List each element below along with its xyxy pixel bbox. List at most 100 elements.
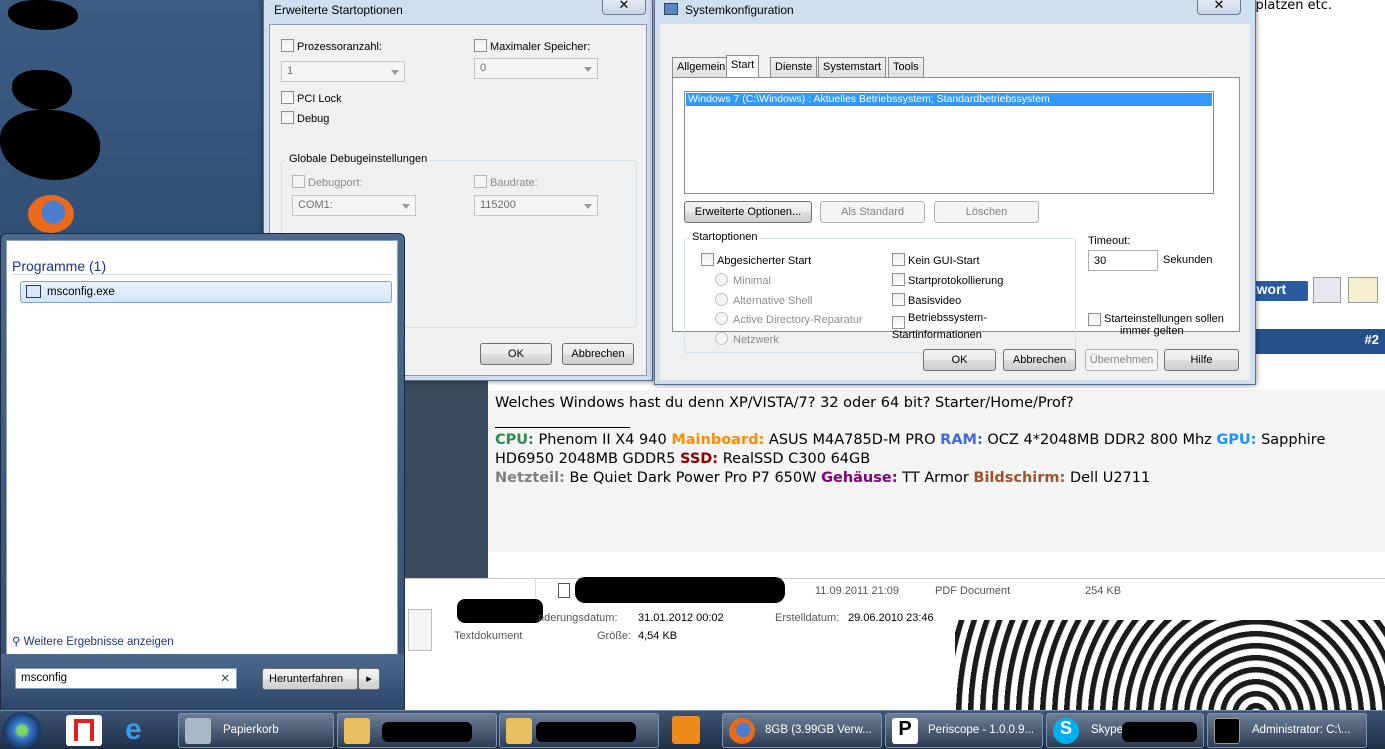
result-label: msconfig.exe — [47, 286, 115, 298]
tab-tools[interactable]: Tools — [888, 57, 924, 77]
timeout-label: Timeout: — [1088, 235, 1131, 247]
acrobat-icon — [74, 719, 94, 741]
taskbar-label: Papierkorb — [223, 724, 279, 736]
timeout-input[interactable]: 30 — [1088, 250, 1158, 271]
taskbar-explorer-2[interactable] — [499, 713, 659, 748]
checkbox-icon[interactable] — [281, 111, 294, 124]
taskbar-recycle-bin[interactable]: Papierkorb — [178, 713, 334, 748]
checkbox-icon[interactable] — [892, 316, 905, 329]
checkbox-icon[interactable] — [892, 253, 905, 266]
checkbox-icon[interactable] — [1088, 313, 1101, 326]
quote-icon[interactable] — [1313, 277, 1341, 303]
edit-icon[interactable] — [1348, 277, 1378, 303]
start-orb-icon[interactable] — [3, 712, 41, 749]
network-option[interactable]: Netzwerk — [715, 332, 779, 346]
radio-icon[interactable] — [715, 293, 728, 306]
ok-button[interactable]: OK — [923, 349, 996, 371]
redaction — [536, 722, 636, 742]
radio-icon[interactable] — [715, 273, 728, 286]
taskbar-periscope[interactable]: P Periscope - 1.0.0.9... — [885, 713, 1043, 748]
checkbox-icon[interactable] — [281, 91, 294, 104]
checkbox-icon[interactable] — [892, 273, 905, 286]
cancel-button[interactable]: Abbrechen — [1003, 349, 1076, 371]
tab-general[interactable]: Allgemein — [672, 57, 731, 77]
search-input[interactable]: msconfig ✕ — [15, 668, 237, 689]
post-body: Welches Windows hast du denn XP/VISTA/7?… — [488, 390, 1385, 552]
radio-icon[interactable] — [715, 332, 728, 345]
taskbar-skype[interactable]: S Skype — [1046, 713, 1204, 748]
taskbar-firefox[interactable]: 8GB (3.99GB Verw... — [722, 713, 882, 748]
checkbox-icon[interactable] — [474, 39, 487, 52]
minimal-option[interactable]: Minimal — [715, 273, 771, 287]
search-icon: ⚲ — [12, 636, 21, 648]
cancel-button[interactable]: Abbrechen — [562, 343, 634, 365]
safe-boot-option[interactable]: Abgesicherter Start — [701, 253, 811, 267]
alt-shell-option[interactable]: Alternative Shell — [715, 293, 813, 307]
set-default-button[interactable]: Als Standard — [820, 201, 925, 223]
list-item[interactable]: Windows 7 (C:\Windows) : Aktuelles Betri… — [686, 93, 1212, 106]
signature-value: ASUS M4A785D-M PRO — [764, 432, 941, 448]
checkbox-icon[interactable] — [292, 175, 305, 188]
signature-value: TT Armor — [897, 470, 974, 486]
permanent-option[interactable]: Starteinstellungen sollen immer gelten — [1088, 313, 1224, 337]
taskbar-cmd[interactable]: Administrator: C:\... — [1207, 713, 1367, 748]
baudrate-select[interactable]: 115200 — [474, 195, 598, 216]
os-list: Windows 7 (C:\Windows) : Aktuelles Betri… — [684, 91, 1214, 194]
internet-explorer-icon[interactable]: e — [125, 715, 161, 746]
pinned-app[interactable] — [66, 715, 102, 746]
checkbox-icon[interactable] — [474, 175, 487, 188]
baudrate-label: Baudrate: — [490, 177, 538, 189]
checkbox-icon[interactable] — [892, 293, 905, 306]
taskbar-label: Skype — [1091, 724, 1123, 736]
boot-log-option[interactable]: Startprotokollierung — [892, 273, 1003, 287]
signature-line-2: Netzteil: Be Quiet Dark Power Pro P7 650… — [495, 470, 1150, 486]
taskbar-explorer-1[interactable] — [337, 713, 497, 748]
firefox-desktop-icon[interactable] — [28, 195, 74, 233]
checkbox-icon[interactable] — [701, 253, 714, 266]
redaction — [12, 70, 72, 110]
max-memory-label: Maximaler Speicher: — [490, 41, 591, 53]
checkbox-icon[interactable] — [281, 39, 294, 52]
close-button[interactable]: ✕ — [602, 0, 646, 15]
radio-icon[interactable] — [715, 312, 728, 325]
delete-button[interactable]: Löschen — [934, 201, 1039, 223]
post-question: Welches Windows hast du denn XP/VISTA/7?… — [495, 395, 1074, 411]
recycle-bin-icon — [185, 718, 211, 744]
close-button[interactable]: ✕ — [1197, 0, 1241, 15]
shutdown-arrow-button[interactable]: ▸ — [358, 668, 380, 690]
no-gui-option[interactable]: Kein GUI-Start — [892, 253, 980, 267]
dialog-body: Allgemein Start Dienste Systemstart Tool… — [660, 24, 1250, 380]
os-boot-info-option[interactable]: Betriebssystem- Startinformationen — [892, 312, 987, 341]
result-msconfig[interactable]: msconfig.exe — [20, 281, 392, 303]
tab-startup[interactable]: Systemstart — [818, 57, 887, 77]
debug-option[interactable]: Debug — [281, 111, 329, 125]
post-number[interactable]: #2 — [1365, 332, 1379, 347]
processor-count-select[interactable]: 1 — [281, 61, 405, 82]
pci-lock-option[interactable]: PCI Lock — [281, 91, 342, 105]
ok-button[interactable]: OK — [480, 343, 552, 365]
max-memory-spinner[interactable]: 0 — [474, 58, 598, 79]
debugport-select[interactable]: COM1: — [292, 195, 416, 216]
size-value: 4,54 KB — [638, 630, 678, 642]
max-memory-option[interactable]: Maximaler Speicher: — [474, 39, 590, 53]
help-button[interactable]: Hilfe — [1164, 349, 1239, 371]
advanced-options-button[interactable]: Erweiterte Optionen... — [684, 201, 812, 223]
base-video-option[interactable]: Basisvideo — [892, 293, 961, 307]
debugport-option[interactable]: Debugport: — [292, 175, 362, 189]
tab-boot[interactable]: Start — [726, 55, 760, 78]
tab-services[interactable]: Dienste — [770, 57, 818, 77]
ad-repair-option[interactable]: Active Directory-Reparatur — [715, 312, 863, 326]
shutdown-button[interactable]: Herunterfahren — [262, 668, 358, 690]
permanent-label-1: Starteinstellungen sollen — [1104, 313, 1224, 325]
clear-search-icon[interactable]: ✕ — [220, 671, 230, 685]
media-player-icon[interactable] — [672, 716, 700, 744]
baudrate-option[interactable]: Baudrate: — [474, 175, 538, 189]
signature-value: Be Quiet Dark Power Pro P7 650W — [564, 470, 822, 486]
signature: CPU: Phenom II X4 940 Mainboard: ASUS M4… — [495, 431, 1380, 488]
processor-count-option[interactable]: Prozessoranzahl: — [281, 39, 382, 53]
group-label: Globale Debugeinstellungen — [286, 153, 431, 165]
signature-label: GPU: — [1216, 432, 1257, 448]
more-results-link[interactable]: ⚲ Weitere Ergebnisse anzeigen — [12, 634, 174, 648]
more-results-label: Weitere Ergebnisse anzeigen — [23, 636, 174, 648]
apply-button[interactable]: Übernehmen — [1085, 349, 1158, 371]
